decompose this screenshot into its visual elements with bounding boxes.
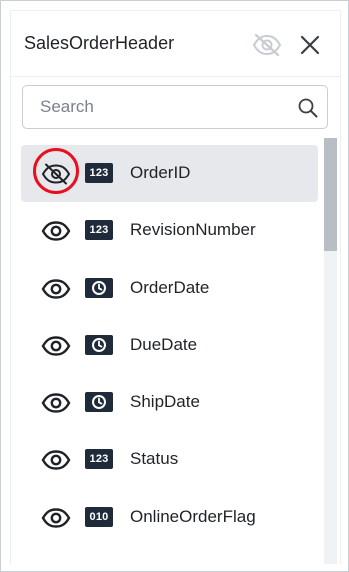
eye-icon[interactable]: [40, 217, 72, 245]
eye-icon[interactable]: [40, 275, 72, 303]
panel-header: SalesOrderHeader: [11, 11, 340, 77]
datetime-type-icon: [85, 334, 113, 355]
field-label: ShipDate: [130, 392, 200, 412]
panel-inner: SalesOrderHeader Search 123 OrderID 123 …: [10, 10, 341, 564]
scrollbar-thumb[interactable]: [324, 138, 337, 251]
field-row-duedate[interactable]: DueDate: [21, 317, 318, 374]
field-list: 123 OrderID 123 RevisionNumber OrderDate…: [21, 145, 318, 546]
eye-slash-icon[interactable]: [251, 29, 283, 61]
field-row-orderdate[interactable]: OrderDate: [21, 260, 318, 317]
field-visibility-panel: SalesOrderHeader Search 123 OrderID 123 …: [0, 0, 349, 572]
panel-title: SalesOrderHeader: [24, 33, 175, 53]
boolean-type-icon: 010: [85, 506, 113, 527]
field-label: DueDate: [130, 334, 198, 354]
number-type-icon: 123: [85, 163, 113, 183]
scrollbar-track[interactable]: [324, 138, 337, 564]
number-type-icon: 123: [85, 449, 113, 470]
search-box: [22, 85, 328, 129]
eye-icon[interactable]: [40, 332, 72, 360]
datetime-type-icon: [85, 392, 113, 413]
field-label: RevisionNumber: [130, 220, 256, 240]
search-icon[interactable]: [297, 97, 319, 119]
field-label: OnlineOrderFlag: [130, 506, 256, 526]
field-row-shipdate[interactable]: ShipDate: [21, 374, 318, 431]
eye-icon[interactable]: [40, 389, 72, 417]
hidden-eye-icon[interactable]: [40, 160, 72, 188]
field-label: OrderDate: [130, 277, 210, 297]
datetime-type-icon: [85, 277, 113, 298]
field-row-revisionnumber[interactable]: 123 RevisionNumber: [21, 202, 318, 259]
field-row-status[interactable]: 123 Status: [21, 431, 318, 488]
eye-icon[interactable]: [40, 504, 72, 532]
close-icon[interactable]: [294, 29, 326, 61]
search-input[interactable]: [23, 86, 327, 128]
field-label: Status: [130, 449, 179, 469]
field-row-onlineorderflag[interactable]: 010 OnlineOrderFlag: [21, 489, 318, 546]
field-label: OrderID: [130, 163, 191, 182]
field-row-orderid[interactable]: 123 OrderID: [21, 145, 318, 203]
number-type-icon: 123: [85, 220, 113, 241]
eye-icon[interactable]: [40, 446, 72, 474]
